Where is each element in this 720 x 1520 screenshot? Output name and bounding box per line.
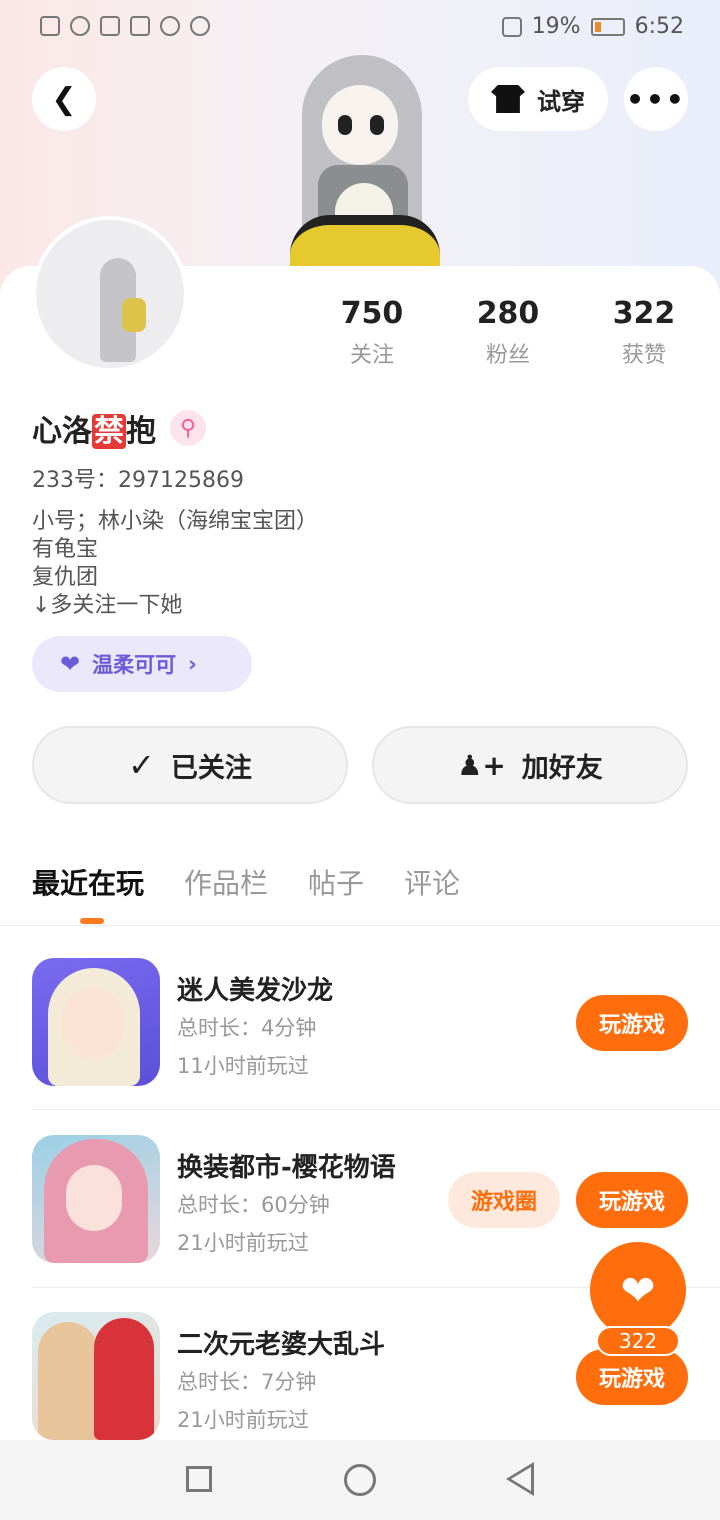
battery-icon [590,17,625,36]
followed-button[interactable]: ✓ 已关注 [32,726,348,804]
username-emoji: 禁 [92,414,126,449]
game-title: 换装都市-樱花物语 [177,1153,396,1183]
game-thumbnail [32,1135,160,1263]
play-game-button[interactable]: 玩游戏 [576,1172,688,1228]
game-circle-button[interactable]: 游戏圈 [448,1172,560,1228]
more-dots-icon: ••• [626,82,686,116]
vibrate-icon [501,16,522,37]
divider [0,925,720,926]
stat-number: 322 [612,296,676,331]
system-nav-bar [0,1440,720,1520]
play-duration: 总时长：4分钟 [177,1016,317,1040]
list-item[interactable]: 迷人美发沙龙 总时长：4分钟 11小时前玩过 玩游戏 [32,958,720,1086]
status-bar: 19% 6:52 [0,0,720,56]
tab-recent[interactable]: 最近在玩 [32,862,144,902]
play-duration: 总时长：7分钟 [177,1370,317,1394]
last-played: 21小时前玩过 [177,1408,309,1432]
check-icon: ✓ [128,746,155,784]
bio-line: 有龟宝 [32,537,99,562]
bio-line: 复仇团 [32,565,99,590]
last-played: 21小时前玩过 [177,1231,309,1255]
heart-icon: ❤ [620,1265,656,1315]
stat-likes[interactable]: 322 获赞 [584,296,704,369]
username: 心洛禁抱 ⚲ [32,406,206,450]
like-count: 322 [596,1326,680,1356]
play-game-button[interactable]: 玩游戏 [576,995,688,1051]
stat-followers[interactable]: 280 粉丝 [448,296,568,369]
battery-percent: 19% [531,14,581,39]
app-icon [160,16,180,36]
personality-tag[interactable]: ❤ 温柔可可 › [32,636,252,692]
game-title: 二次元老婆大乱斗 [177,1330,386,1360]
tab-comments[interactable]: 评论 [404,862,460,902]
avatar-character-3d [280,55,450,267]
more-button[interactable]: ••• [624,67,688,131]
username-part: 抱 [126,414,156,449]
tab-bar: 最近在玩 作品栏 帖子 评论 [32,862,460,902]
add-friend-label: 加好友 [521,752,603,784]
bio: 小号；林小染（海绵宝宝团） 有龟宝 复仇团 ↓多关注一下她 [32,508,318,620]
try-on-label: 试穿 [537,87,585,116]
avatar[interactable] [32,216,188,372]
chevron-right-icon: › [188,652,197,676]
stat-label: 获赞 [621,343,666,368]
heart-icon: ❤ [60,650,81,678]
shield-icon [130,16,150,36]
bio-line: 小号；林小染（海绵宝宝团） [32,509,319,534]
tab-works[interactable]: 作品栏 [184,862,268,902]
recents-icon[interactable] [186,1466,212,1492]
stat-number: 280 [476,296,540,331]
last-played: 11小时前玩过 [177,1054,309,1078]
stat-number: 750 [340,296,404,331]
tab-posts[interactable]: 帖子 [308,862,364,902]
notification-icon [190,16,210,36]
wifi-icon [70,16,90,36]
tag-label: 温柔可可 [92,653,177,677]
chevron-left-icon: ❮ [51,81,77,117]
game-thumbnail [32,958,160,1086]
play-duration: 总时长：60分钟 [177,1193,330,1217]
bluetooth-icon [100,16,120,36]
like-button[interactable]: ❤ [590,1242,686,1338]
home-icon[interactable] [344,1464,376,1496]
stat-label: 粉丝 [485,343,530,368]
stat-following[interactable]: 750 关注 [312,296,432,369]
female-icon: ⚲ [170,410,206,446]
add-user-icon: ♟+ [457,748,506,782]
bio-line: ↓多关注一下她 [32,593,183,618]
try-on-button[interactable]: 试穿 [468,67,608,131]
user-id[interactable]: 233号：297125869 [32,462,244,494]
game-thumbnail [32,1312,160,1440]
game-title: 迷人美发沙龙 [177,976,334,1006]
username-part: 心洛 [32,414,92,449]
list-item[interactable]: 换装都市-樱花物语 总时长：60分钟 21小时前玩过 游戏圈 玩游戏 [32,1135,720,1263]
stat-label: 关注 [349,343,394,368]
back-triangle-icon[interactable] [506,1462,534,1496]
play-game-button[interactable]: 玩游戏 [576,1349,688,1405]
active-tab-indicator [80,918,104,924]
followed-label: 已关注 [170,752,252,784]
add-friend-button[interactable]: ♟+ 加好友 [372,726,688,804]
clock: 6:52 [634,14,684,39]
shirt-icon [491,85,525,113]
alert-icon [40,16,60,36]
back-button[interactable]: ❮ [32,67,96,131]
divider [32,1109,720,1110]
